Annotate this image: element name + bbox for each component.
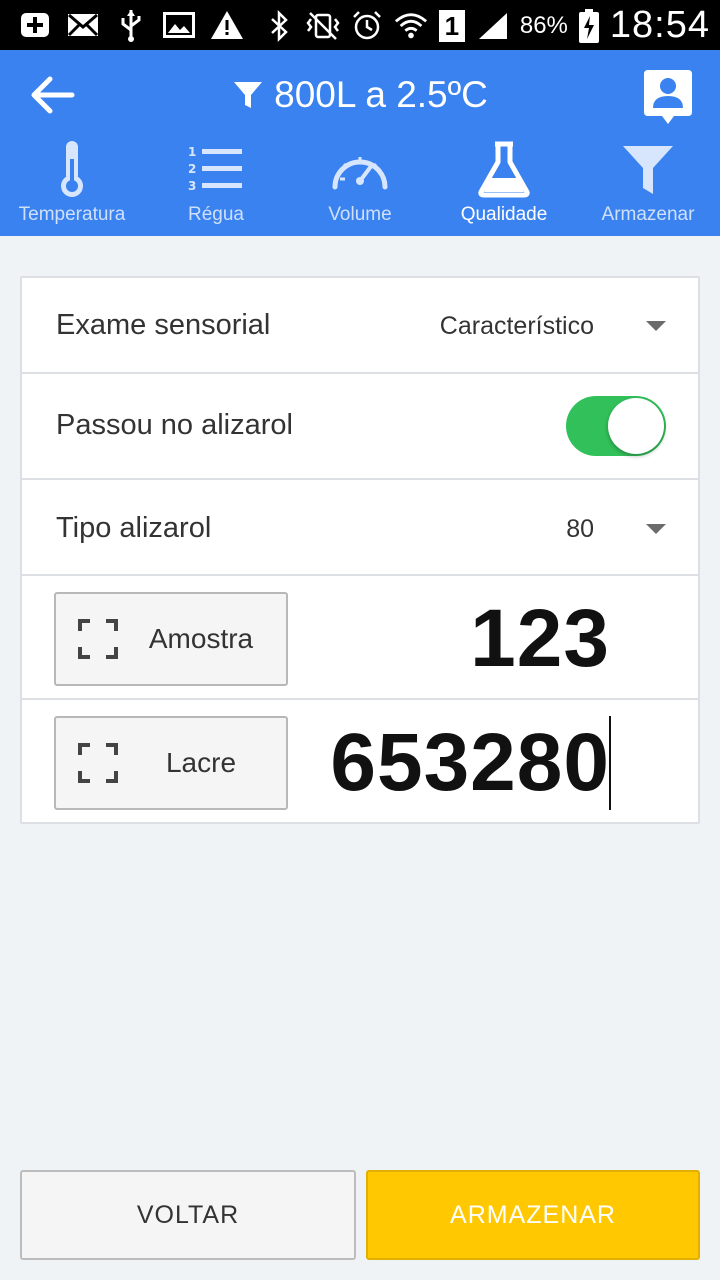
system-icons: 1 86% 18:54 [262, 4, 710, 47]
exame-sensorial-select[interactable]: Característico [440, 312, 594, 341]
quality-form-card: Exame sensorial Característico Passou no… [20, 276, 700, 824]
tab-qualidade[interactable]: Qualidade [432, 136, 576, 236]
filter-icon [621, 136, 675, 202]
amostra-value[interactable]: 123 [470, 592, 610, 686]
status-bar: 1 86% 18:54 [0, 0, 720, 50]
filter-icon [234, 82, 263, 108]
page-title: 800L a 2.5ºC [274, 74, 488, 115]
battery-charging-icon [578, 8, 600, 43]
thermometer-icon [57, 136, 87, 202]
tab-temperatura[interactable]: Temperatura [0, 136, 144, 236]
lacre-row: Lacre 653280 [22, 700, 698, 822]
notification-icons [18, 8, 244, 42]
scan-amostra-label: Amostra [148, 623, 254, 654]
image-icon [162, 8, 196, 42]
app-bar: 800L a 2.5ºC Temperatura 1 2 3 Régua Volum… [0, 50, 720, 236]
flask-icon [476, 136, 532, 202]
chevron-down-icon[interactable] [646, 524, 666, 534]
clock: 18:54 [609, 4, 710, 46]
scan-frame-icon [78, 619, 118, 659]
tab-label: Volume [328, 204, 392, 225]
user-badge-icon [644, 70, 692, 124]
svg-text:2: 2 [188, 162, 196, 176]
bluetooth-icon [262, 9, 296, 43]
profile-button[interactable] [642, 68, 694, 126]
alizarol-label: Passou no alizarol [56, 409, 293, 441]
alizarol-toggle[interactable] [566, 394, 668, 458]
mail-icon [66, 8, 100, 42]
tipo-alizarol-row[interactable]: Tipo alizarol 80 [22, 480, 698, 576]
tipo-alizarol-select[interactable]: 80 [566, 515, 594, 544]
vibrate-icon [306, 9, 340, 43]
amostra-row: Amostra 123 [22, 576, 698, 700]
toggle-knob [608, 398, 664, 454]
svg-text:1: 1 [188, 145, 196, 159]
tab-regua[interactable]: 1 2 3 Régua [144, 136, 288, 236]
numbered-list-icon: 1 2 3 [188, 136, 244, 202]
scan-amostra-button[interactable]: Amostra [54, 592, 288, 686]
scan-lacre-button[interactable]: Lacre [54, 716, 288, 810]
tab-label: Régua [188, 204, 244, 225]
chevron-down-icon[interactable] [646, 321, 666, 331]
alarm-icon [350, 9, 384, 43]
usb-icon [114, 8, 148, 42]
gauge-icon [330, 136, 390, 202]
wifi-icon [394, 9, 428, 43]
plus-box-icon [18, 8, 52, 42]
tab-label: Qualidade [460, 204, 548, 225]
signal-icon [476, 9, 510, 43]
page-title-wrap: 800L a 2.5ºC [0, 72, 720, 118]
svg-text:3: 3 [188, 179, 196, 193]
back-action-button[interactable]: VOLTAR [20, 1170, 356, 1260]
tab-bar: Temperatura 1 2 3 Régua Volume Qualidade A… [0, 136, 720, 236]
store-button[interactable]: ARMAZENAR [366, 1170, 700, 1260]
scan-lacre-label: Lacre [165, 747, 237, 778]
warning-icon [210, 8, 244, 42]
scan-frame-icon [78, 743, 118, 783]
tab-label: Armazenar [601, 204, 695, 225]
tab-volume[interactable]: Volume [288, 136, 432, 236]
lacre-input[interactable]: 653280 [330, 716, 610, 810]
battery-percent: 86% [519, 11, 568, 39]
tab-armazenar[interactable]: Armazenar [576, 136, 720, 236]
tipo-alizarol-label: Tipo alizarol [56, 512, 212, 544]
exame-sensorial-label: Exame sensorial [56, 309, 271, 341]
exame-sensorial-row[interactable]: Exame sensorial Característico [22, 278, 698, 374]
alizarol-row: Passou no alizarol [22, 374, 698, 480]
sim-slot-badge: 1 [438, 9, 466, 43]
tab-label: Temperatura [18, 204, 126, 225]
text-cursor [609, 716, 611, 810]
